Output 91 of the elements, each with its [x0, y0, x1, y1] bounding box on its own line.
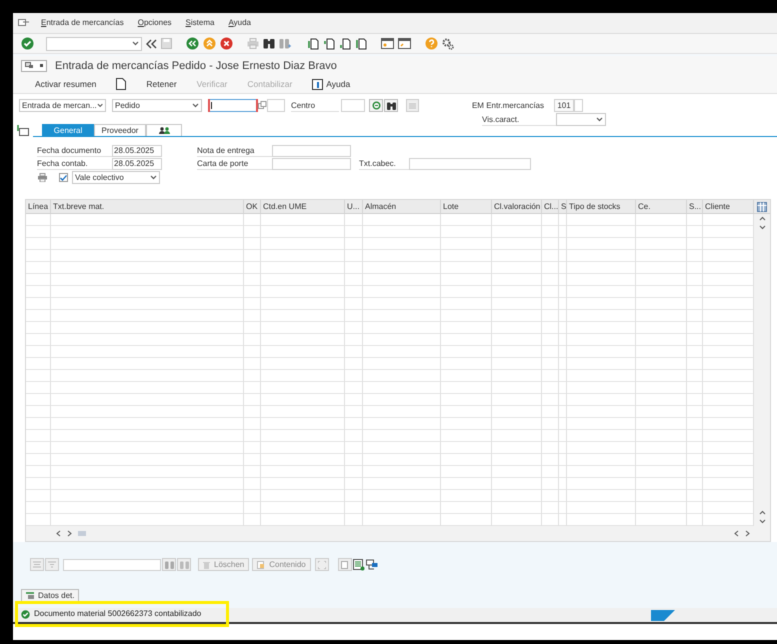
- back-icon[interactable]: [186, 37, 199, 50]
- tab[interactable]: General: [42, 124, 94, 136]
- toggle-header-icon[interactable]: [17, 125, 29, 136]
- column-header[interactable]: Cliente: [703, 200, 754, 213]
- tab[interactable]: Proveedor: [94, 124, 146, 136]
- delivery-note-field[interactable]: [272, 145, 351, 157]
- sort-icon: [33, 561, 41, 568]
- scroll-left-icon[interactable]: [734, 530, 739, 537]
- scroll-right-icon[interactable]: [745, 530, 750, 537]
- previous-page-icon[interactable]: [323, 38, 335, 50]
- success-icon: [21, 610, 30, 618]
- search-button[interactable]: [384, 99, 398, 112]
- new-document-icon[interactable]: [116, 78, 126, 90]
- column-header[interactable]: Ce.: [636, 200, 687, 213]
- scroll-down-icon[interactable]: [758, 519, 766, 524]
- scroll-left-icon[interactable]: [56, 530, 61, 537]
- document-icon: [257, 560, 266, 568]
- status-message: Documento material 5002662373 contabilizado: [15, 601, 229, 627]
- network-icon[interactable]: [366, 558, 378, 570]
- column-header[interactable]: Almacén: [363, 200, 441, 213]
- document-date-field[interactable]: 28.05.2025: [112, 145, 162, 157]
- table-add-icon[interactable]: [352, 558, 365, 570]
- transaction-dropdown[interactable]: Entrada de mercan...: [19, 99, 106, 112]
- movement-type-label: EM Entr.mercancías: [470, 100, 545, 112]
- first-page-icon[interactable]: [307, 38, 319, 50]
- bill-of-lading-field[interactable]: [272, 158, 351, 170]
- movement-text-field[interactable]: [574, 99, 583, 112]
- menu-icon[interactable]: [18, 18, 29, 27]
- column-header[interactable]: Cl.valoración: [492, 200, 542, 213]
- plant-field[interactable]: [341, 99, 365, 112]
- screen-icon: [25, 62, 34, 70]
- print-icon[interactable]: [38, 173, 47, 182]
- cancel-icon[interactable]: [220, 37, 233, 50]
- column-header[interactable]: Línea: [26, 200, 51, 213]
- plant-label: Centro: [291, 99, 339, 112]
- execute-button[interactable]: [369, 99, 383, 112]
- scroll-up-icon[interactable]: [758, 510, 766, 515]
- column-header[interactable]: Ctd.en UME: [261, 200, 345, 213]
- column-header[interactable]: OK: [244, 200, 261, 213]
- window-title: Entrada de mercancías Pedido - Jose Ernesto Diaz Bravo: [55, 58, 337, 74]
- people-icon: [158, 127, 170, 134]
- scroll-down-icon[interactable]: [758, 225, 766, 230]
- detail-icon: [26, 592, 35, 600]
- screen-menu-button[interactable]: [21, 60, 47, 72]
- slip-type-dropdown[interactable]: Vale colectivo: [72, 171, 160, 184]
- help-button[interactable]: Ayuda: [312, 78, 350, 90]
- column-header[interactable]: Lote: [441, 200, 492, 213]
- column-header[interactable]: U...: [345, 200, 363, 213]
- menu-item[interactable]: Entrada de mercancías: [41, 16, 124, 29]
- grid-icon: [409, 102, 416, 108]
- movement-type-field[interactable]: 101: [554, 99, 574, 112]
- copy-icon[interactable]: [258, 101, 267, 110]
- settings-icon[interactable]: [442, 38, 454, 50]
- detail-data-tab[interactable]: Datos det.: [21, 589, 80, 602]
- reference-dropdown[interactable]: Pedido: [112, 99, 202, 112]
- scroll-thumb[interactable]: [78, 531, 86, 536]
- document-icon: [341, 560, 348, 568]
- column-header[interactable]: S: [559, 200, 567, 213]
- command-field[interactable]: [46, 36, 142, 51]
- document-date-label: Fecha documento: [37, 145, 112, 157]
- scroll-right-icon[interactable]: [67, 530, 72, 537]
- tab[interactable]: [146, 124, 182, 136]
- collective-slip-checkbox[interactable]: [59, 173, 68, 182]
- info-icon: [312, 78, 324, 90]
- filter-icon: [48, 561, 56, 568]
- search-field[interactable]: [63, 558, 161, 570]
- double-chevron-icon[interactable]: [146, 38, 157, 49]
- toolbar-button[interactable]: Retener: [146, 78, 177, 90]
- header-text-field[interactable]: [409, 158, 531, 170]
- scroll-up-icon[interactable]: [758, 216, 766, 221]
- posting-date-field[interactable]: 28.05.2025: [112, 158, 162, 170]
- item-field[interactable]: [267, 99, 285, 112]
- window-icon[interactable]: [398, 38, 411, 50]
- column-header[interactable]: S...: [687, 200, 703, 213]
- order-field[interactable]: [208, 99, 258, 112]
- column-header[interactable]: Cl...: [542, 200, 559, 213]
- window-icon[interactable]: [381, 38, 394, 50]
- next-page-icon[interactable]: [339, 38, 351, 50]
- toolbar-button[interactable]: Activar resumen: [35, 78, 96, 90]
- posting-date-label: Fecha contab.: [37, 158, 112, 170]
- menu-item[interactable]: Ayuda: [228, 16, 251, 29]
- find-next-icon[interactable]: [279, 38, 291, 50]
- column-settings-icon[interactable]: [757, 202, 767, 212]
- menu-item[interactable]: Sistema: [186, 16, 214, 29]
- column-header[interactable]: Txt.breve mat.: [51, 200, 244, 213]
- menu-item[interactable]: Opciones: [138, 16, 172, 29]
- trash-icon: [203, 560, 210, 568]
- expand-icon: [318, 560, 326, 568]
- check-icon[interactable]: [21, 37, 34, 50]
- column-header[interactable]: Tipo de stocks: [567, 200, 636, 213]
- last-page-icon[interactable]: [355, 38, 367, 50]
